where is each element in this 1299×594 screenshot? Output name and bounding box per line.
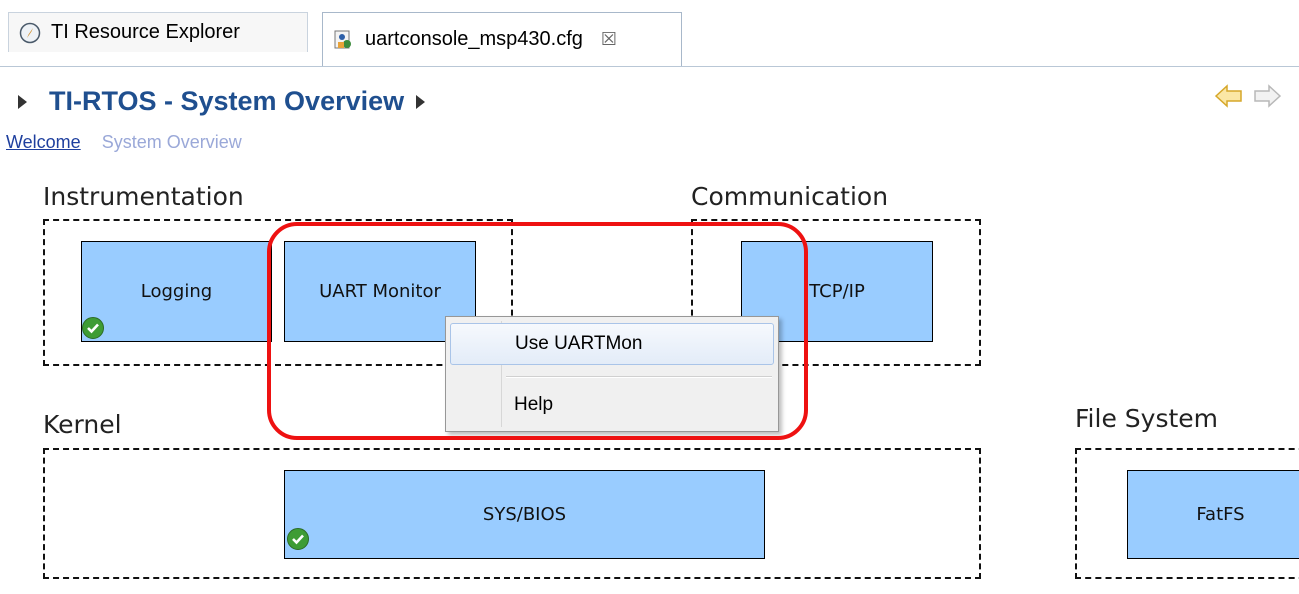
expand-arrow-icon[interactable] [18, 94, 27, 109]
module-label: TCP/IP [809, 281, 865, 302]
module-label: SYS/BIOS [482, 504, 567, 525]
breadcrumb-welcome-link[interactable]: Welcome [6, 132, 81, 152]
module-fatfs[interactable]: FatFS [1127, 470, 1299, 559]
breadcrumb: Welcome System Overview [6, 132, 242, 153]
enabled-check-icon [287, 528, 309, 550]
forward-arrow-icon[interactable] [416, 94, 426, 109]
section-label-kernel: Kernel [43, 410, 122, 439]
tab-label: uartconsole_msp430.cfg [365, 28, 583, 50]
annotation-highlight [267, 222, 808, 440]
config-file-icon [333, 29, 355, 51]
back-arrow-icon[interactable] [1213, 81, 1245, 116]
section-label-communication: Communication [691, 182, 889, 211]
module-label: Logging [140, 281, 213, 302]
history-navigation [1213, 81, 1283, 116]
tab-uartconsole-cfg[interactable]: uartconsole_msp430.cfg ☒ [322, 12, 682, 66]
forward-arrow-icon[interactable] [1251, 81, 1283, 116]
module-label: FatFS [1196, 504, 1245, 525]
close-tab-icon[interactable]: ☒ [601, 29, 617, 50]
tab-label: TI Resource Explorer [51, 21, 240, 43]
module-logging[interactable]: Logging [81, 241, 272, 342]
module-sysbios[interactable]: SYS/BIOS [284, 470, 765, 559]
breadcrumb-system-overview: System Overview [101, 132, 242, 152]
enabled-check-icon [82, 317, 104, 339]
page-title: TI-RTOS - System Overview [18, 86, 426, 117]
editor-tab-bar: TI Resource Explorer uartconsole_msp430.… [0, 0, 1299, 67]
tab-ti-resource-explorer[interactable]: TI Resource Explorer [8, 12, 308, 52]
section-label-file-system: File System [1075, 404, 1219, 433]
compass-icon [19, 22, 41, 44]
section-label-instrumentation: Instrumentation [43, 182, 244, 211]
page-title-text: TI-RTOS - System Overview [49, 86, 405, 116]
